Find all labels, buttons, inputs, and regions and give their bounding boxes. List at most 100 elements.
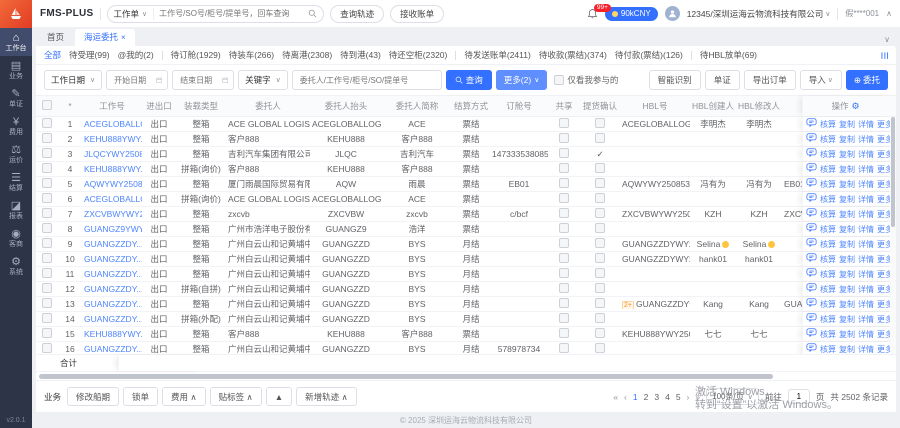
row-checkbox[interactable] — [42, 328, 52, 338]
pickup-checkbox[interactable] — [595, 238, 605, 248]
sidebar-item-workbench[interactable]: ⌂工作台 — [0, 28, 32, 56]
collapse-header-icon[interactable]: ∧ — [886, 9, 892, 18]
op-link-2[interactable]: 复制 — [839, 149, 855, 160]
sidebar-item-settlement[interactable]: ☰结算 — [0, 168, 32, 196]
batch-action-button[interactable]: ▲ — [266, 387, 292, 406]
close-icon[interactable]: × — [121, 33, 126, 42]
op-link-1[interactable]: 核算 — [820, 344, 836, 355]
op-link-3[interactable]: 详情 — [858, 254, 874, 265]
row-checkbox[interactable] — [42, 178, 52, 188]
op-link-4[interactable]: 更多∨ — [877, 134, 890, 145]
job-number-link[interactable]: GUANGZZDY... — [82, 314, 142, 324]
op-link-4[interactable]: 更多∨ — [877, 119, 890, 130]
row-checkbox[interactable] — [42, 253, 52, 263]
avatar[interactable] — [665, 6, 680, 21]
smart-recognition-button[interactable]: 智能识别 — [649, 70, 701, 90]
shared-checkbox[interactable] — [559, 238, 569, 248]
op-link-1[interactable]: 核算 — [820, 149, 836, 160]
op-link-2[interactable]: 复制 — [839, 134, 855, 145]
op-link-3[interactable]: 详情 — [858, 164, 874, 175]
document-button[interactable]: 单证 — [705, 70, 740, 90]
end-date-input[interactable] — [172, 70, 234, 90]
end-date-field[interactable] — [178, 75, 219, 86]
shared-checkbox[interactable] — [559, 148, 569, 158]
job-number-link[interactable]: GUANGZZDY... — [82, 239, 142, 249]
shared-checkbox[interactable] — [559, 328, 569, 338]
pickup-checkbox[interactable] — [595, 253, 605, 263]
op-link-4[interactable]: 更多∨ — [877, 299, 890, 310]
pickup-checkbox[interactable] — [595, 283, 605, 293]
op-link-3[interactable]: 详情 — [858, 344, 874, 355]
message-icon[interactable] — [806, 253, 817, 265]
op-link-1[interactable]: 核算 — [820, 329, 836, 340]
op-link-4[interactable]: 更多∨ — [877, 209, 890, 220]
shared-checkbox[interactable] — [559, 193, 569, 203]
op-link-4[interactable]: 更多∨ — [877, 224, 890, 235]
more-filters-button[interactable]: 更多(2) ∨ — [496, 70, 548, 90]
status-tab[interactable]: 待订舱(1929) — [171, 49, 221, 61]
sidebar-item-business[interactable]: ▤业务 — [0, 56, 32, 84]
op-link-2[interactable]: 复制 — [839, 164, 855, 175]
op-link-1[interactable]: 核算 — [820, 299, 836, 310]
pickup-checkbox[interactable] — [595, 193, 605, 203]
op-link-4[interactable]: 更多∨ — [877, 254, 890, 265]
op-link-1[interactable]: 核算 — [820, 194, 836, 205]
receive-bill-button[interactable]: 接收账单 — [390, 5, 444, 23]
op-link-4[interactable]: 更多∨ — [877, 179, 890, 190]
message-icon[interactable] — [806, 163, 817, 175]
pickup-checkbox[interactable] — [595, 328, 605, 338]
shared-checkbox[interactable] — [559, 118, 569, 128]
pickup-checkbox[interactable] — [595, 208, 605, 218]
search-button[interactable]: 查询 — [446, 70, 492, 90]
shared-checkbox[interactable] — [559, 313, 569, 323]
row-checkbox[interactable] — [42, 238, 52, 248]
op-link-1[interactable]: 核算 — [820, 224, 836, 235]
op-link-2[interactable]: 复制 — [839, 269, 855, 280]
start-date-input[interactable] — [106, 70, 168, 90]
checkbox-icon[interactable] — [554, 75, 564, 85]
op-link-3[interactable]: 详情 — [858, 224, 874, 235]
op-link-3[interactable]: 详情 — [858, 134, 874, 145]
message-icon[interactable] — [806, 268, 817, 280]
message-icon[interactable] — [806, 118, 817, 130]
pickup-checkbox[interactable] — [595, 268, 605, 278]
op-link-4[interactable]: 更多∨ — [877, 329, 890, 340]
import-button[interactable]: 导入 ∨ — [800, 70, 842, 90]
op-link-1[interactable]: 核算 — [820, 179, 836, 190]
prev-page-button[interactable]: ‹ — [624, 392, 627, 402]
pickup-checkbox[interactable] — [595, 133, 605, 143]
tab-sea-consignment[interactable]: 海运委托× — [75, 29, 135, 46]
op-link-4[interactable]: 更多∨ — [877, 239, 890, 250]
shared-checkbox[interactable] — [559, 268, 569, 278]
row-checkbox[interactable] — [42, 133, 52, 143]
keyword-input[interactable] — [292, 70, 442, 90]
row-checkbox[interactable] — [42, 163, 52, 173]
only-mine-checkbox[interactable]: 仅看我参与的 — [554, 74, 618, 86]
keyword-field[interactable] — [298, 75, 436, 86]
message-icon[interactable] — [806, 148, 817, 160]
search-scope-select[interactable]: 工作单 ∨ — [108, 8, 155, 20]
pickup-checkbox[interactable] — [595, 118, 605, 128]
sidebar-item-partners[interactable]: ◉客商 — [0, 224, 32, 252]
batch-action-button[interactable]: 新增轨迹 ∧ — [296, 387, 357, 406]
op-link-1[interactable]: 核算 — [820, 239, 836, 250]
job-number-link[interactable]: KEHU888YWY... — [82, 164, 142, 174]
op-link-1[interactable]: 核算 — [820, 284, 836, 295]
op-link-1[interactable]: 核算 — [820, 164, 836, 175]
row-checkbox[interactable] — [42, 313, 52, 323]
select-all-checkbox[interactable] — [42, 100, 52, 110]
message-icon[interactable] — [806, 223, 817, 235]
export-orders-button[interactable]: 导出订单 — [744, 70, 796, 90]
shared-checkbox[interactable] — [559, 133, 569, 143]
job-number-link[interactable]: ACEGLOBALLO... — [82, 119, 142, 129]
op-link-2[interactable]: 复制 — [839, 209, 855, 220]
shared-checkbox[interactable] — [559, 163, 569, 173]
op-link-2[interactable]: 复制 — [839, 314, 855, 325]
status-tab[interactable]: 待发送账单(2411) — [464, 49, 530, 61]
tabbar-collapse-icon[interactable]: ∨ — [880, 35, 894, 46]
global-search-input[interactable] — [154, 9, 306, 18]
op-link-2[interactable]: 复制 — [839, 194, 855, 205]
keyword-type-select[interactable]: 关键字 ∨ — [238, 70, 288, 90]
op-link-4[interactable]: 更多∨ — [877, 269, 890, 280]
job-number-link[interactable]: GUANGZZDY... — [82, 299, 142, 309]
